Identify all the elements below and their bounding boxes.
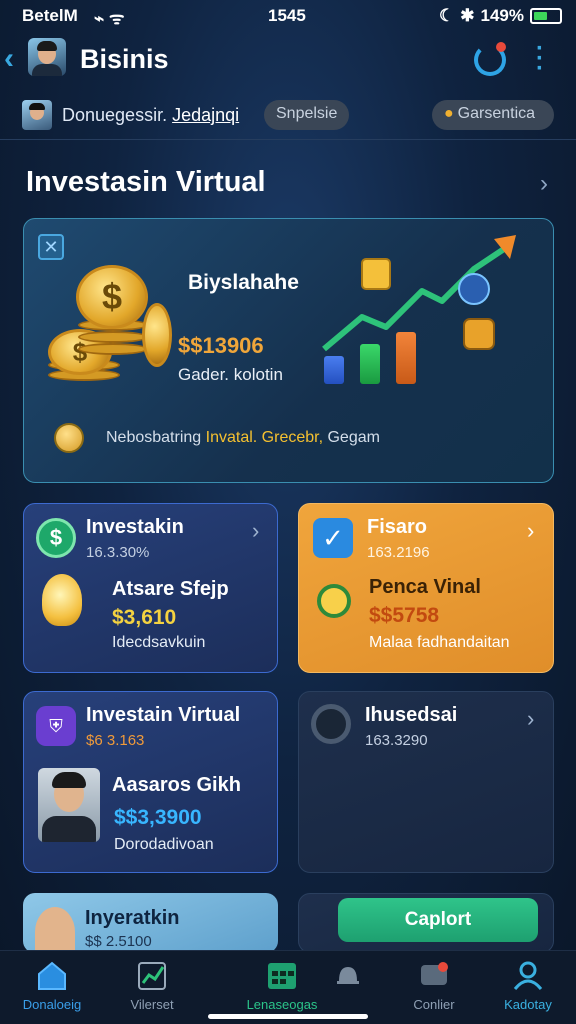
close-icon[interactable]: ✕ — [38, 234, 64, 260]
chart-bar — [360, 344, 380, 384]
investment-card[interactable]: $ Investakin 16.3.30% › Atsare Sfejp $3,… — [23, 503, 278, 673]
clock: 1545 — [268, 6, 306, 25]
app-header: ‹ Bisinis · · · — [0, 34, 576, 86]
bluetooth-icon: ✱ — [460, 6, 475, 25]
hero-label: Biyslahahe — [188, 271, 299, 294]
hero-card[interactable]: ✕ $ $ Biyslahahe $$13906 Gader. kolotin … — [23, 218, 554, 483]
card-footer: Malaa fadhandaitan — [369, 634, 510, 651]
shield-icon: ⛨ — [36, 706, 76, 746]
user-icon: ● — [444, 105, 454, 122]
battery-icon — [530, 8, 562, 24]
subheader-text: Donuegessir. — [62, 105, 168, 125]
card-footer: Dorodadivoan — [114, 836, 214, 853]
account-pill[interactable]: ● Garsentica — [432, 100, 554, 130]
back-icon[interactable]: ‹ — [4, 42, 14, 76]
tab-alerts[interactable] — [300, 959, 396, 997]
more-icon[interactable]: · · · — [536, 37, 544, 81]
card-number: 163.2196 — [367, 544, 430, 561]
investment-card[interactable]: Inyeratkin $$ 2.5100 — [23, 893, 278, 953]
status-bar: BetelM ⌁ ᯤ 1545 ☾ ✱ 149% — [0, 0, 576, 32]
card-title: Inyeratkin — [85, 907, 180, 929]
card-amount: $$3,3900 — [114, 806, 202, 829]
subheader-link[interactable]: Jedajnqi — [172, 105, 239, 125]
tab-portfolio[interactable]: Vilerset — [104, 959, 200, 1012]
card-amount: $$5758 — [369, 604, 440, 627]
chevron-right-icon[interactable]: › — [527, 518, 534, 544]
card-title: Ihusedsai — [365, 704, 458, 726]
account-pill-label: Garsentica — [457, 105, 536, 122]
tab-home[interactable]: Donaloeig — [4, 959, 100, 1012]
card-number: 16.3.30% — [86, 544, 150, 561]
target-icon — [317, 584, 351, 618]
hero-subtext: Gader. kolotin — [178, 365, 283, 384]
bottom-nav: Donaloeig Vilerset Lenaseogas Conlier Ka… — [0, 950, 576, 1024]
tab-label: Conlier — [413, 997, 455, 1012]
tab-contact[interactable]: Conlier — [386, 959, 482, 1012]
chevron-right-icon[interactable]: › — [527, 706, 534, 732]
filter-pill[interactable]: Snpelsie — [264, 100, 350, 130]
chart-bar — [324, 356, 344, 384]
profile-photo — [35, 907, 75, 953]
home-indicator[interactable] — [208, 1014, 368, 1019]
card-title: Investain Virtual — [86, 704, 241, 726]
avatar[interactable] — [28, 38, 66, 76]
card-number: $6 3.163 — [86, 732, 145, 749]
carrier-label: BetelM — [22, 6, 78, 25]
notification-dot — [496, 42, 506, 52]
card-amount: $3,610 — [112, 606, 177, 629]
signal-icon: ⌁ ᯤ — [94, 9, 125, 28]
section-title: Investasin Virtual — [26, 166, 266, 198]
battery-percent: 149% — [480, 6, 524, 25]
connect-button[interactable]: Caplort — [338, 898, 538, 942]
card-subtitle: Atsare Sfejp — [112, 578, 229, 600]
card-subtitle: Aasaros Gikh — [112, 774, 241, 796]
moon-icon: ☾ — [439, 6, 455, 25]
dollar-coin-icon: $ — [76, 265, 148, 329]
checkmark-icon: ✓ — [313, 518, 353, 558]
card-number: 163.3290 — [365, 732, 428, 749]
calendar-icon — [268, 963, 296, 989]
growth-chart-icon — [322, 235, 516, 352]
profile-photo — [38, 768, 100, 842]
bell-icon — [337, 967, 359, 984]
chart-bar — [396, 332, 416, 384]
investment-card[interactable]: ⛨ Investain Virtual $6 3.163 Aasaros Gik… — [23, 691, 278, 873]
hero-amount: $$13906 — [178, 333, 264, 358]
tab-label: Donaloeig — [22, 997, 82, 1012]
user-icon — [513, 961, 543, 990]
clock-icon — [311, 704, 351, 744]
card-subtitle: Penca Vinal — [369, 576, 481, 598]
chart-icon — [138, 962, 166, 990]
investment-card[interactable]: Ihusedsai 163.3290 › — [298, 691, 554, 873]
chevron-right-icon[interactable]: › — [540, 170, 548, 198]
card-title: Investakin — [86, 516, 184, 538]
card-footer: Idecdsavkuin — [112, 634, 206, 651]
tab-label: Vilerset — [130, 997, 174, 1012]
chat-icon — [421, 962, 448, 985]
tab-label: Kadotay — [504, 997, 552, 1012]
tab-profile[interactable]: Kadotay — [480, 959, 576, 1012]
subheader: Donuegessir. Jedajnqi Snpelsie ● Garsenti… — [0, 96, 576, 140]
card-title: Fisaro — [367, 516, 428, 538]
home-icon — [38, 961, 66, 990]
dollar-icon: $ — [36, 518, 76, 558]
investment-card[interactable]: ✓ Fisaro 163.2196 › Penca Vinal $$5758 M… — [298, 503, 554, 673]
hero-footer: Nebosbatring Invatal. Grecebr, Gegam — [106, 429, 380, 446]
user-avatar[interactable] — [22, 100, 52, 130]
lightbulb-icon — [42, 574, 82, 626]
globe-icon — [54, 423, 84, 453]
chevron-right-icon[interactable]: › — [252, 518, 259, 544]
page-title: Bisinis — [80, 44, 169, 74]
card-number: $$ 2.5100 — [85, 933, 152, 950]
tab-label: Lenaseogas — [246, 997, 318, 1012]
